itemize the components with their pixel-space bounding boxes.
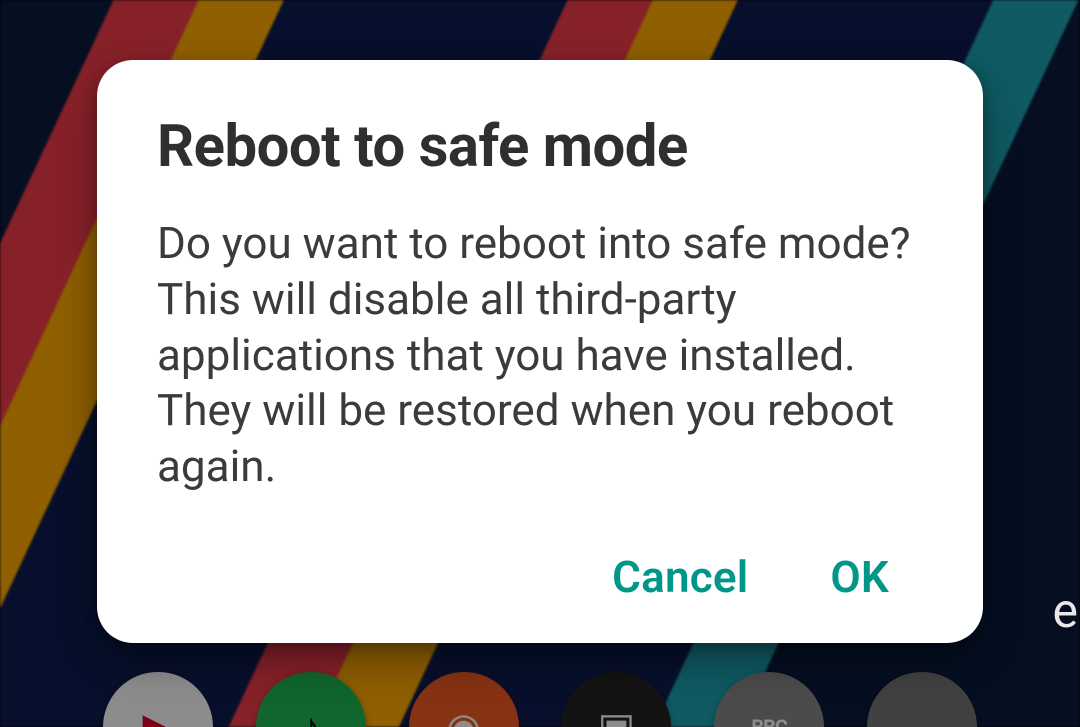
home-dock: ▶ ♪ ◉ ▣ BBC bbox=[0, 672, 1080, 727]
dialog-title: Reboot to safe mode bbox=[157, 116, 923, 180]
dock-app-icon bbox=[867, 672, 977, 727]
background-partial-text: e bbox=[1053, 582, 1078, 639]
safe-mode-dialog: Reboot to safe mode Do you want to reboo… bbox=[97, 60, 983, 643]
dock-app-icon: ▶ bbox=[103, 672, 213, 727]
dock-app-icon: BBC bbox=[714, 672, 824, 727]
dock-app-icon: ♪ bbox=[256, 672, 366, 727]
cancel-button[interactable]: Cancel bbox=[606, 541, 754, 613]
dialog-body: Do you want to reboot into safe mode? Th… bbox=[157, 216, 923, 495]
dock-app-icon: ◉ bbox=[409, 672, 519, 727]
ok-button[interactable]: OK bbox=[824, 541, 895, 613]
dialog-actions: Cancel OK bbox=[157, 541, 923, 613]
dock-app-icon: ▣ bbox=[561, 672, 671, 727]
